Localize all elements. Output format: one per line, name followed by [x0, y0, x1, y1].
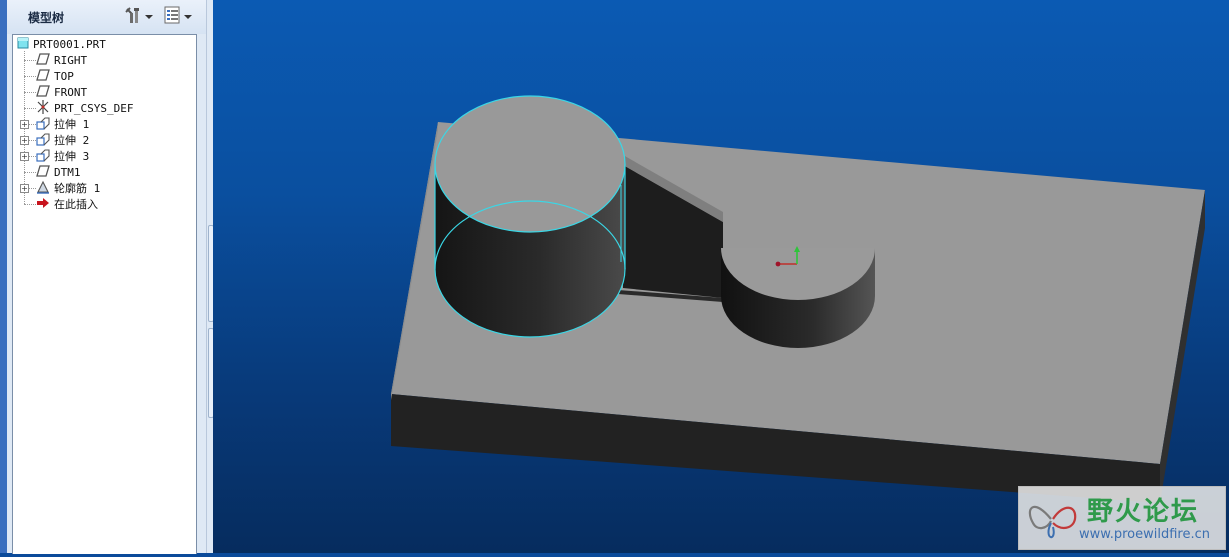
watermark-url: www.proewildfire.cn — [1079, 527, 1210, 542]
extrude-icon — [36, 116, 50, 133]
rib-icon — [36, 180, 50, 197]
tree-connector — [24, 108, 36, 109]
model-tree: PRT0001.PRT RIGHT TOP FRONT PRT_CSYS_DEF… — [12, 34, 197, 554]
tree-connector — [24, 172, 36, 173]
tree-item-label: 拉伸 3 — [54, 150, 90, 163]
tree-item-label: PRT_CSYS_DEF — [54, 101, 134, 115]
graphics-viewport[interactable] — [213, 0, 1229, 553]
expand-toggle[interactable]: + — [20, 136, 29, 145]
datum-plane-icon — [36, 68, 50, 84]
tree-item-label: FRONT — [54, 85, 88, 99]
chevron-down-icon — [184, 15, 192, 19]
datum-plane-icon — [36, 52, 50, 68]
tree-item-front[interactable]: FRONT — [36, 84, 87, 100]
tree-item-extrude-1[interactable]: 拉伸 1 — [36, 116, 89, 132]
tree-connector — [24, 204, 36, 205]
extrude-icon — [36, 132, 50, 149]
window-left-edge — [0, 0, 7, 553]
large-cylinder — [434, 95, 626, 338]
part-icon — [17, 37, 29, 52]
tree-item-insert-here[interactable]: 在此插入 — [36, 196, 98, 212]
model-3d-view[interactable] — [213, 0, 1229, 553]
tree-item-label: 拉伸 2 — [54, 134, 90, 147]
extrude-icon — [36, 148, 50, 165]
tree-item-dtm1[interactable]: DTM1 — [36, 164, 81, 180]
insert-here-arrow-icon — [36, 197, 50, 212]
datum-plane-icon — [36, 84, 50, 100]
show-list-icon — [164, 6, 181, 28]
tree-item-label: 在此插入 — [54, 198, 98, 211]
small-boss — [721, 248, 875, 348]
tree-connector — [24, 92, 36, 93]
tree-connector — [29, 140, 36, 141]
model-tree-header: 模型树 — [7, 0, 206, 34]
tree-item-label: DTM1 — [54, 165, 81, 179]
tree-item-label: TOP — [54, 69, 74, 83]
tree-item-label: 拉伸 1 — [54, 118, 90, 131]
tree-root-label: PRT0001.PRT — [33, 37, 106, 51]
tree-item-csys[interactable]: PRT_CSYS_DEF — [36, 99, 134, 117]
tree-connector — [29, 156, 36, 157]
tree-item-right[interactable]: RIGHT — [36, 52, 87, 68]
forum-watermark: 野火论坛 www.proewildfire.cn — [1018, 486, 1226, 550]
expand-toggle[interactable]: + — [20, 152, 29, 161]
tree-item-extrude-3[interactable]: 拉伸 3 — [36, 148, 89, 164]
settings-icon — [124, 6, 142, 28]
watermark-title: 野火论坛 — [1087, 497, 1200, 527]
tree-settings-button[interactable] — [124, 7, 153, 27]
tree-root-item[interactable]: PRT0001.PRT — [17, 36, 106, 52]
model-tree-title: 模型树 — [28, 11, 65, 25]
csys-icon — [36, 99, 50, 117]
tree-item-rib-1[interactable]: 轮廓筋 1 — [36, 180, 100, 196]
tree-connector — [24, 76, 36, 77]
tree-connector — [29, 124, 36, 125]
tree-item-label: RIGHT — [54, 53, 88, 67]
expand-toggle[interactable]: + — [20, 120, 29, 129]
tree-item-extrude-2[interactable]: 拉伸 2 — [36, 132, 89, 148]
tree-connector — [24, 60, 36, 61]
tree-item-label: 轮廓筋 1 — [54, 182, 101, 195]
chevron-down-icon — [145, 15, 153, 19]
model-tree-panel: 模型树 PRT0001.PRT RIGHT TOP FRONT PRT_CSYS… — [7, 0, 207, 554]
tree-item-top[interactable]: TOP — [36, 68, 74, 84]
tree-connector — [29, 188, 36, 189]
expand-toggle[interactable]: + — [20, 184, 29, 193]
datum-plane-icon — [36, 164, 50, 180]
tree-show-button[interactable] — [164, 6, 192, 28]
